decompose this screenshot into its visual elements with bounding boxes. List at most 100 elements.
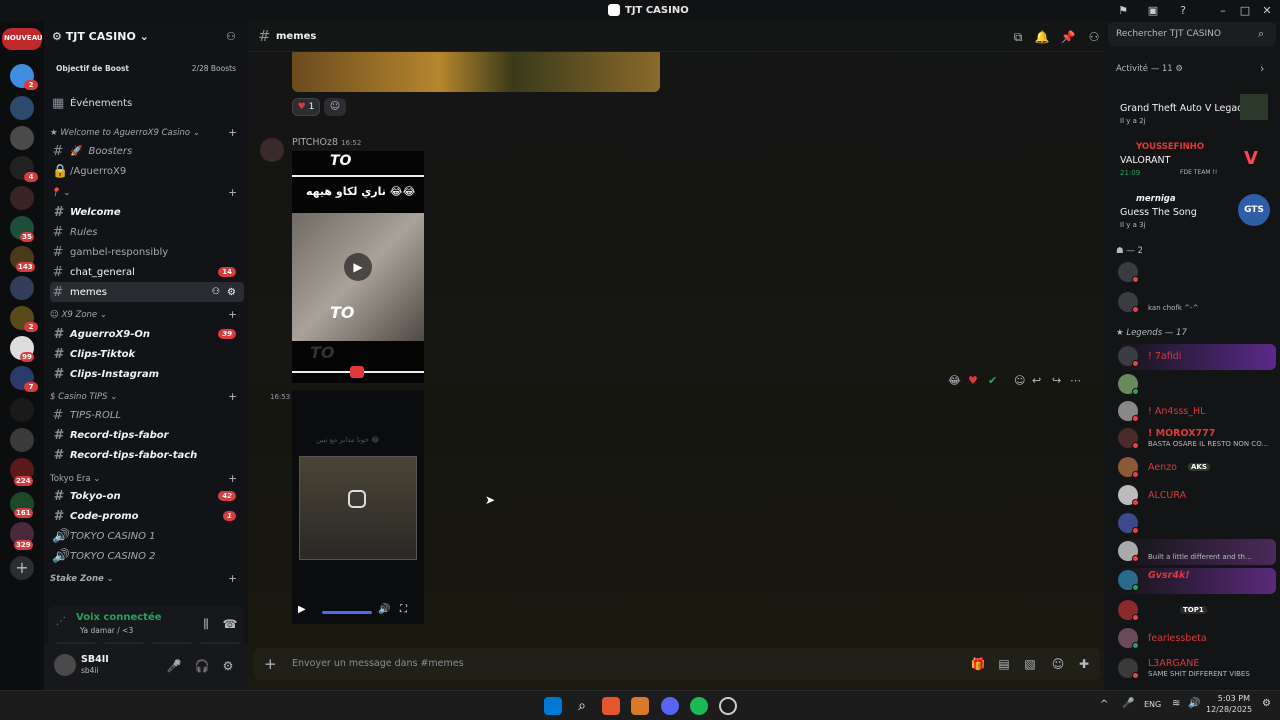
guild-icon[interactable] (10, 276, 34, 300)
guild-icon[interactable] (10, 186, 34, 210)
clock-time[interactable]: 5:03 PM (1210, 694, 1250, 703)
member-item[interactable] (1116, 511, 1276, 537)
channel-tokyo-casino-1[interactable]: 🔊 TOKYO CASINO 1 (50, 526, 244, 546)
browser-icon[interactable] (719, 697, 737, 715)
member-item[interactable]: Aenzo AKS (1116, 455, 1276, 481)
channel-aguerro-on[interactable]: # AguerroX9-On 39 (50, 324, 244, 344)
channel-tips-roll[interactable]: # TIPS-ROLL (50, 405, 244, 425)
channel-tokyo-on[interactable]: # Tokyo-on 42 (50, 486, 244, 506)
language-indicator[interactable]: ENG (1144, 700, 1161, 709)
member-item[interactable]: Built a little different and th... (1116, 539, 1276, 565)
add-channel-icon[interactable]: + (228, 126, 237, 139)
message-composer[interactable]: + Envoyer un message dans #memes 🎁 ▤ ▧ ☺… (254, 648, 1100, 680)
laugh-emoji-icon[interactable]: 😂 (948, 374, 961, 387)
voice-status[interactable]: Voix connectée (76, 612, 162, 623)
headphones-icon[interactable]: 🎧 (194, 658, 210, 674)
category-tokyo-era[interactable]: Tokyo Era ⌄ (50, 474, 100, 484)
channel-clips-instagram[interactable]: # Clips-Instagram (50, 364, 244, 384)
volume-icon[interactable]: 🔊 (378, 604, 390, 615)
channel-welcome[interactable]: # Welcome (50, 202, 244, 222)
author-avatar[interactable] (260, 138, 284, 162)
sticker-icon[interactable]: ▧ (1022, 656, 1038, 672)
member-item[interactable] (1116, 372, 1276, 398)
activity-card[interactable]: YOUSSEFINHO VALORANT 21:09 FDE TEAM !! V (1116, 138, 1276, 186)
help-icon[interactable]: ? (1176, 4, 1190, 18)
gif-icon[interactable]: ▤ (996, 656, 1012, 672)
server-name-header[interactable]: ⚙ TJT CASINO ⌄ (52, 30, 149, 43)
category-x9zone[interactable]: ☺ X9 Zone ⌄ (50, 310, 107, 320)
play-icon[interactable]: ▶ (298, 604, 306, 615)
activity-card[interactable]: merniga Guess The Song Il y a 3j GTS (1116, 190, 1276, 238)
heart-icon[interactable]: ♥ (968, 374, 978, 387)
discord-icon[interactable] (661, 697, 679, 715)
close-icon[interactable]: ✕ (1260, 4, 1274, 18)
microphone-icon[interactable]: 🎤 (1122, 698, 1134, 709)
search-bar[interactable]: Rechercher TJT CASINO ⌕ (1108, 22, 1276, 46)
channel-rules[interactable]: # Rules (50, 222, 244, 242)
guild-icon[interactable] (10, 96, 34, 120)
member-item[interactable]: kan chofk ^-^ (1116, 290, 1276, 316)
add-reaction-icon[interactable]: ☺ (324, 98, 346, 116)
add-attachment-icon[interactable]: + (264, 655, 277, 673)
add-server-icon[interactable]: + (10, 556, 34, 580)
fullscreen-icon[interactable]: ⛶ (400, 604, 407, 615)
events-item[interactable]: ▦ Événements (50, 93, 244, 113)
bell-icon[interactable]: 🔔 (1034, 29, 1050, 45)
channel-tokyo-casino-2[interactable]: 🔊 TOKYO CASINO 2 (50, 546, 244, 566)
add-channel-icon[interactable]: + (228, 308, 237, 321)
inbox-icon[interactable]: ⚑ (1116, 4, 1130, 18)
gear-icon[interactable]: ⚙ (227, 287, 236, 298)
author-name[interactable]: PITCHOz8 16:52 (292, 137, 361, 148)
channel-code-promo[interactable]: # Code-promo 1 (50, 506, 244, 526)
volume-icon[interactable]: 🔊 (1188, 698, 1200, 709)
threads-icon[interactable]: ⧉ (1010, 29, 1026, 45)
add-member-icon[interactable]: ⚇ (212, 287, 220, 297)
activity-card[interactable]: Grand Theft Auto V Legacy Il y a 2j (1116, 86, 1276, 134)
brave-icon[interactable] (602, 697, 620, 715)
emoji-icon[interactable]: ☺ (1050, 656, 1066, 672)
member-item[interactable]: ! 7afidi (1116, 344, 1276, 370)
add-channel-icon[interactable]: + (228, 472, 237, 485)
avatar[interactable] (54, 654, 76, 676)
gear-icon[interactable]: ⚙ (220, 658, 236, 674)
new-badge[interactable]: NOUVEAU (2, 28, 43, 50)
add-reaction-icon[interactable]: ☺ (1014, 374, 1025, 387)
category-casino-tips[interactable]: $ Casino TIPS ⌄ (50, 392, 117, 402)
channel-clips-tiktok[interactable]: # Clips-Tiktok (50, 344, 244, 364)
add-channel-icon[interactable]: + (228, 572, 237, 585)
spotify-icon[interactable] (690, 697, 708, 715)
disconnect-icon[interactable]: ☎ (222, 616, 238, 632)
category-pin[interactable]: 📍 ⌄ (50, 188, 70, 198)
member-item[interactable]: ! MOROX777 BASTA OSARE IL RESTO NON CO... (1116, 426, 1276, 452)
minimize-icon[interactable]: – (1216, 4, 1230, 18)
boost-goal[interactable]: Objectif de Boost 2/28 Boosts (50, 58, 242, 80)
guild-icon[interactable] (10, 398, 34, 422)
member-item[interactable]: L3ARGANE SAME SHIT DIFFERENT VIBES (1116, 656, 1276, 682)
channel-aguerro[interactable]: 🔒/AguerroX9 (50, 161, 244, 181)
video-attachment[interactable]: TO ناري لكاو هيهه 😂😂 ▶ TO TO (292, 151, 424, 383)
reaction-heart[interactable]: ♥ 1 (292, 98, 320, 116)
composer-input[interactable]: Envoyer un message dans #memes (292, 658, 464, 669)
play-icon[interactable]: ▶ (344, 253, 372, 281)
search-icon[interactable]: ⌕ (573, 697, 591, 715)
wifi-icon[interactable]: ≋ (1172, 698, 1180, 709)
member-item[interactable] (1116, 260, 1276, 286)
member-item[interactable]: ! An4sss_HL (1116, 399, 1276, 425)
clock-date[interactable]: 12/28/2025 (1206, 705, 1252, 714)
guild-icon[interactable] (10, 428, 34, 452)
progress-bar[interactable] (322, 611, 372, 614)
voice-location[interactable]: Ya damar / <3 (80, 626, 133, 635)
channel-chat-general[interactable]: # chat_general 14 (50, 262, 244, 282)
guild-icon[interactable] (10, 126, 34, 150)
category-welcome[interactable]: ★ Welcome to AguerroX9 Casino ⌄ (50, 128, 200, 138)
maximize-icon[interactable]: □ (1238, 4, 1252, 18)
channel-record-fabor[interactable]: # Record-tips-fabor (50, 425, 244, 445)
image-attachment[interactable] (292, 52, 660, 92)
notification-icon[interactable]: ⚙ (1262, 698, 1271, 709)
app-icon[interactable] (631, 697, 649, 715)
video-attachment[interactable]: خونا مدابز مع تبين 😂 ▶ 🔊 ⛶ (292, 390, 424, 624)
apps-icon[interactable]: ✚ (1076, 656, 1092, 672)
reply-icon[interactable]: ↩ (1032, 374, 1041, 387)
member-item[interactable]: ALCURA (1116, 483, 1276, 509)
microphone-icon[interactable]: 🎤 (166, 658, 182, 674)
